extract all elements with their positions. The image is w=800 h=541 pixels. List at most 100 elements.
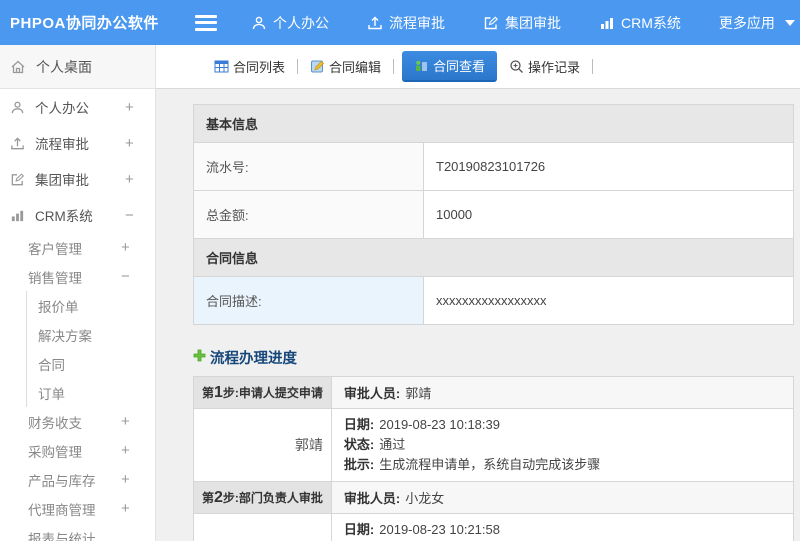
sidebar-item-label: 代理商管理 [28, 502, 96, 518]
tab-contract-list[interactable]: 合同列表 [206, 52, 293, 81]
nav-item-personal-office[interactable]: 个人办公 [251, 13, 329, 33]
sidebar-item-label: 订单 [38, 386, 65, 402]
sidebar-item-label: 个人桌面 [36, 58, 92, 75]
edit-icon [10, 172, 25, 187]
nav-item-label: 更多应用 [718, 14, 775, 31]
home-icon [10, 59, 26, 75]
approver-label: 审批人员: [343, 491, 401, 506]
step-header-row: 第2步:部门负责人审批 审批人员: 小龙女 [193, 481, 795, 514]
tab-contract-view[interactable]: 合同查看 [402, 51, 498, 82]
handler-name: 郭靖 [193, 408, 332, 482]
nav-item-workflow-approval[interactable]: 流程审批 [367, 13, 445, 33]
approver-name: 郭靖 [405, 386, 432, 401]
step-detail-row: 郭靖 日期: 2019-08-23 10:18:39 状态: 通过 批示: 生成流程申… [193, 408, 795, 482]
section-title: 合同信息 [193, 238, 794, 277]
tab-label: 操作记录 [528, 60, 581, 75]
remark-line: 批示: 生成流程申请单，系统自动完成该步骤 [344, 455, 781, 475]
field-label: 流水号: [193, 142, 424, 191]
sidebar-item-crm-system[interactable]: CRM系统 − [0, 197, 155, 233]
sidebar-item-label: 采购管理 [28, 444, 82, 460]
tab-contract-edit[interactable]: 合同编辑 [302, 52, 389, 81]
basic-info-header: 基本信息 [193, 104, 794, 143]
sidebar-item-finance[interactable]: 财务收支 + [0, 407, 155, 436]
expand-toggle[interactable]: + [121, 239, 155, 256]
nav-item-crm-system[interactable]: CRM系统 [599, 13, 681, 33]
sidebar-item-label: 个人办公 [35, 101, 89, 116]
step-label: 第1步:申请人提交申请 [193, 376, 332, 409]
progress-table: 第1步:申请人提交申请 审批人员: 郭靖 郭靖 日期: 2019-08-23 10:… [193, 376, 795, 541]
tab-label: 合同列表 [233, 60, 286, 75]
sidebar-item-group-approval[interactable]: 集团审批 + [0, 161, 155, 197]
step-detail-row: 小龙女 日期:2019-08-23 10:21:58 状态:通过 批示:通过 [193, 513, 795, 541]
sidebar-item-sales-mgmt[interactable]: 销售管理 − [0, 262, 155, 291]
tab-bar: 合同列表 合同编辑 合同查看 操作记录 [156, 45, 800, 89]
collapse-toggle[interactable]: − [125, 207, 155, 224]
status-value: 通过 [379, 437, 406, 452]
view-chart-icon [414, 58, 429, 73]
tab-label: 合同查看 [433, 59, 486, 74]
edit-icon [483, 15, 499, 31]
status-line: 状态: 通过 [344, 435, 781, 455]
table-row: 总金额: 10000 [193, 190, 794, 239]
sidebar-item-label: 财务收支 [28, 415, 82, 431]
person-icon [10, 100, 25, 115]
field-value: xxxxxxxxxxxxxxxxx [423, 276, 794, 325]
contract-view-panel: 基本信息 流水号: T20190823101726 总金额: 10000 合同信… [156, 89, 800, 541]
remark-label: 批示: [343, 457, 375, 472]
section-title: 基本信息 [193, 104, 794, 143]
table-row: 合同描述: xxxxxxxxxxxxxxxxx [193, 276, 794, 325]
field-label: 总金额: [193, 190, 424, 239]
sidebar-item-product-inventory[interactable]: 产品与库存 + [0, 465, 155, 494]
workflow-icon [367, 15, 383, 31]
menu-toggle-icon[interactable] [195, 14, 217, 31]
field-label: 合同描述: [193, 276, 424, 325]
sidebar-item-quotation[interactable]: 报价单 [27, 291, 155, 320]
workflow-icon [10, 136, 25, 151]
sidebar-item-desktop[interactable]: 个人桌面 [0, 45, 155, 89]
contract-info-header: 合同信息 [193, 238, 794, 277]
sidebar-item-solution[interactable]: 解决方案 [27, 320, 155, 349]
sidebar-item-label: 客户管理 [28, 241, 82, 257]
sidebar-item-agent-mgmt[interactable]: 代理商管理 + [0, 494, 155, 523]
approver-cell: 审批人员: 郭靖 [330, 376, 795, 409]
tab-operation-log[interactable]: 操作记录 [501, 52, 588, 81]
tab-separator [592, 59, 594, 74]
tab-separator [297, 59, 299, 74]
sidebar-item-label: 解决方案 [38, 328, 92, 344]
expand-toggle[interactable]: + [125, 135, 155, 152]
bar-chart-icon [599, 15, 615, 31]
plus-icon [193, 349, 206, 366]
step-detail-cell: 日期: 2019-08-23 10:18:39 状态: 通过 批示: 生成流程申请单，… [330, 408, 795, 482]
nav-item-label: 流程审批 [389, 14, 445, 31]
expand-toggle[interactable]: + [121, 471, 155, 488]
table-icon [214, 59, 229, 74]
expand-toggle[interactable]: + [125, 99, 155, 116]
collapse-toggle[interactable]: − [121, 268, 155, 285]
sidebar-item-label: CRM系统 [35, 209, 93, 224]
nav-item-group-approval[interactable]: 集团审批 [483, 13, 561, 33]
date-line: 日期: 2019-08-23 10:21:58 [344, 520, 781, 540]
app-logo: PHPOA协同办公软件 [10, 15, 159, 32]
date-line: 日期: 2019-08-23 10:18:39 [344, 415, 781, 435]
sales-submenu: 报价单 解决方案 合同 订单 [26, 291, 155, 407]
expand-toggle[interactable]: + [121, 500, 155, 517]
nav-item-more-apps[interactable]: 更多应用 [719, 13, 795, 33]
sidebar-item-label: 合同 [38, 357, 65, 373]
step-label: 第2步:部门负责人审批 [193, 481, 332, 514]
sidebar-item-purchase-mgmt[interactable]: 采购管理 + [0, 436, 155, 465]
sidebar-item-personal-office[interactable]: 个人办公 + [0, 89, 155, 125]
handler-name: 小龙女 [193, 513, 332, 541]
expand-toggle[interactable]: + [121, 442, 155, 459]
expand-toggle[interactable]: + [125, 171, 155, 188]
sidebar-item-contract[interactable]: 合同 [27, 349, 155, 378]
top-navigation: 个人办公 流程审批 集团审批 CRM系统 更多应用 [251, 13, 795, 33]
sidebar-item-workflow-approval[interactable]: 流程审批 + [0, 125, 155, 161]
zoom-in-icon [509, 59, 524, 74]
remark-value: 生成流程申请单，系统自动完成该步骤 [379, 457, 601, 472]
date-value: 2019-08-23 10:21:58 [379, 522, 500, 537]
sidebar: 个人桌面 个人办公 + 流程审批 + 集团审批 + CRM系统 − 客户管理 +… [0, 45, 156, 541]
sidebar-item-customer-mgmt[interactable]: 客户管理 + [0, 233, 155, 262]
sidebar-item-reports-stats[interactable]: 报表与统计 [0, 523, 155, 541]
expand-toggle[interactable]: + [121, 413, 155, 430]
sidebar-item-order[interactable]: 订单 [27, 378, 155, 407]
